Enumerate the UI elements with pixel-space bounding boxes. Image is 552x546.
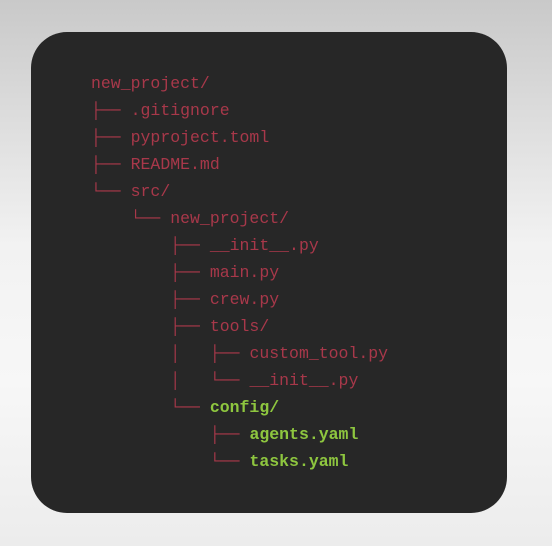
folder-name: new_project/ — [170, 209, 290, 228]
tree-line-readme: ├── README.md — [91, 151, 388, 178]
folder-name: config/ — [209, 398, 280, 417]
file-name: custom_tool.py — [249, 344, 389, 363]
tree-branch: ├── — [91, 236, 210, 255]
file-name: main.py — [209, 263, 280, 282]
tree-branch: ├── — [91, 290, 210, 309]
tree-line-agents-yaml: ├── agents.yaml — [91, 421, 388, 448]
file-name: README.md — [130, 155, 220, 174]
tree-branch: └── — [91, 182, 131, 201]
file-name: __init__.py — [249, 371, 359, 390]
tree-branch: ├── — [91, 155, 131, 174]
folder-name: tools/ — [209, 317, 270, 336]
tree-branch: │ ├── — [91, 344, 250, 363]
tree-branch: ├── — [91, 425, 250, 444]
folder-name: src/ — [130, 182, 171, 201]
file-name: .gitignore — [130, 101, 230, 120]
tree-branch: ├── — [91, 128, 131, 147]
tree-line-init: ├── __init__.py — [91, 232, 388, 259]
tree-line-src: └── src/ — [91, 178, 388, 205]
tree-line-pyproject: ├── pyproject.toml — [91, 124, 388, 151]
file-name: __init__.py — [209, 236, 319, 255]
file-name: tasks.yaml — [249, 452, 349, 471]
file-name: pyproject.toml — [130, 128, 270, 147]
tree-line-root: new_project/ — [91, 70, 388, 97]
tree-branch: ├── — [91, 317, 210, 336]
tree-branch: └── — [91, 452, 250, 471]
file-name: agents.yaml — [249, 425, 359, 444]
tree-line-tasks-yaml: └── tasks.yaml — [91, 448, 388, 475]
tree-line-tools: ├── tools/ — [91, 313, 388, 340]
tree-line-config: └── config/ — [91, 394, 388, 421]
tree-line-crew: ├── crew.py — [91, 286, 388, 313]
folder-name: new_project/ — [91, 74, 210, 93]
tree-line-tools-init: │ └── __init__.py — [91, 367, 388, 394]
tree-line-custom-tool: │ ├── custom_tool.py — [91, 340, 388, 367]
tree-branch: └── — [91, 398, 210, 417]
file-name: crew.py — [209, 290, 280, 309]
tree-branch: ├── — [91, 263, 210, 282]
terminal-window: new_project/ ├── .gitignore ├── pyprojec… — [31, 32, 507, 513]
tree-line-main: ├── main.py — [91, 259, 388, 286]
tree-branch: └── — [91, 209, 171, 228]
tree-line-new-project: └── new_project/ — [91, 205, 388, 232]
tree-branch: ├── — [91, 101, 131, 120]
tree-branch: │ └── — [91, 371, 250, 390]
tree-line-gitignore: ├── .gitignore — [91, 97, 388, 124]
file-tree: new_project/ ├── .gitignore ├── pyprojec… — [91, 70, 388, 475]
